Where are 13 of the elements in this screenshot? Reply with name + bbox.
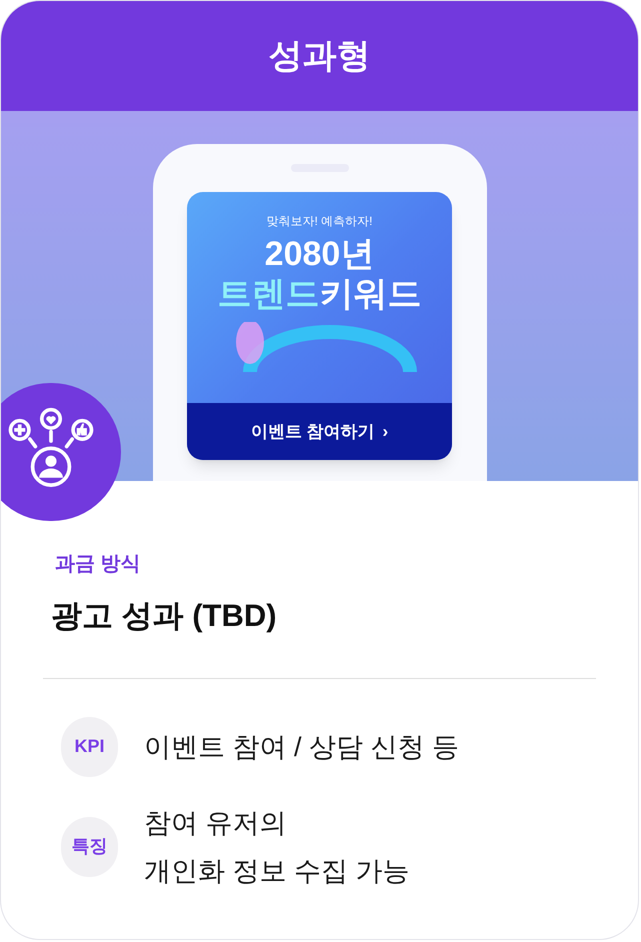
header-title: 성과형 xyxy=(268,36,370,76)
banner-title: 2080년 xyxy=(264,234,374,274)
feature-tag: 특징 xyxy=(61,816,118,876)
feature-text: 이벤트 참여 / 상담 신청 등 xyxy=(144,730,460,764)
feature-tag: KPI xyxy=(61,716,118,776)
banner-subtitle: 맞춰보자! 예측하자! xyxy=(266,213,372,230)
billing-label: 과금 방식 xyxy=(55,552,142,577)
banner-title-rest: 키워드 xyxy=(320,274,422,314)
banner-title-highlight: 트렌드 xyxy=(218,274,320,314)
billing-value: 광고 성과 (TBD) xyxy=(51,597,278,635)
feature-text: 참여 유저의 xyxy=(144,806,288,840)
join-event-button[interactable]: 이벤트 참여하기 › xyxy=(187,403,452,460)
feature-text: 개인화 정보 수집 가능 xyxy=(144,854,410,888)
